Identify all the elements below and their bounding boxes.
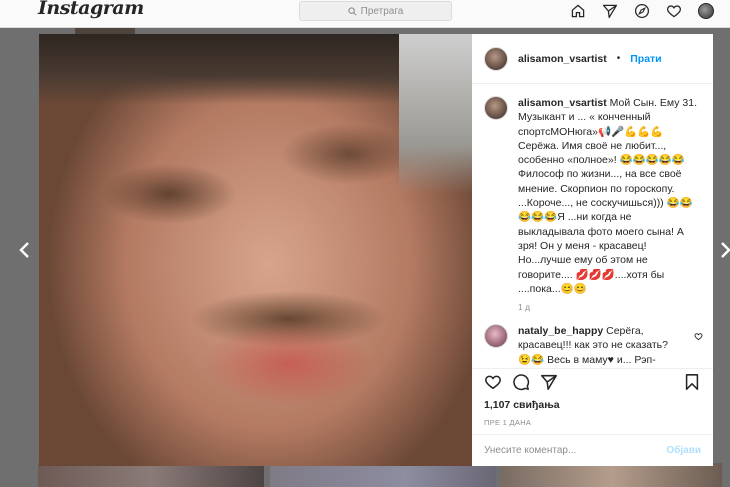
instagram-logo[interactable]: Instagram: [38, 0, 144, 19]
search-input[interactable]: Претрага: [299, 1, 452, 21]
separator-dot: •: [616, 53, 621, 64]
heart-icon[interactable]: [664, 1, 684, 21]
author-username[interactable]: alisamon_vsartist: [518, 53, 607, 65]
feed-thumbnail: [502, 463, 722, 487]
home-icon[interactable]: [568, 1, 588, 21]
comments-list[interactable]: alisamon_vsartist Мой Сын. Ему 31. Музык…: [472, 96, 713, 368]
like-comment-button[interactable]: [694, 328, 703, 346]
action-bar: [484, 369, 701, 399]
caption-timestamp[interactable]: 1 д: [518, 302, 700, 312]
follow-button[interactable]: Прати: [630, 53, 661, 65]
feed-thumbnail: [270, 463, 496, 487]
caption-username[interactable]: alisamon_vsartist: [518, 97, 607, 109]
comment-button[interactable]: [512, 373, 530, 396]
bookmark-icon: [685, 373, 699, 390]
heart-icon: [694, 333, 703, 341]
photo-shading: [399, 34, 472, 194]
search-icon: [348, 6, 357, 15]
search-placeholder: Претрага: [360, 5, 404, 17]
post-header: alisamon_vsartist • Прати: [472, 34, 713, 84]
save-button[interactable]: [683, 373, 701, 396]
post-modal: alisamon_vsartist • Прати alisamon_vsart…: [39, 34, 713, 466]
top-nav: Instagram Претрага: [0, 0, 730, 28]
author-avatar[interactable]: [484, 96, 508, 120]
share-button[interactable]: [540, 373, 558, 396]
comment-icon: [513, 373, 530, 390]
profile-avatar[interactable]: [696, 1, 716, 21]
chevron-left-icon: [19, 242, 29, 258]
comment-text: nataly_be_happy Серёга, красавец!!! как …: [518, 324, 683, 367]
post-sidebar: alisamon_vsartist • Прати alisamon_vsart…: [472, 34, 713, 466]
share-icon: [541, 374, 557, 390]
like-button[interactable]: [484, 373, 502, 396]
direct-icon[interactable]: [600, 1, 620, 21]
caption-body: Мой Сын. Ему 31. Музыкант и ... « кончен…: [518, 97, 697, 295]
caption-text: alisamon_vsartist Мой Сын. Ему 31. Музык…: [518, 96, 700, 296]
chevron-right-icon: [721, 242, 730, 258]
caption-comment: alisamon_vsartist Мой Сын. Ему 31. Музык…: [484, 96, 699, 312]
post-date[interactable]: ПРЕ 1 ДАНА: [484, 418, 701, 427]
heart-icon: [485, 375, 501, 389]
post-actions: 1,107 свиђања ПРЕ 1 ДАНА: [472, 368, 713, 427]
explore-icon[interactable]: [632, 1, 652, 21]
add-comment-bar: Објави: [472, 434, 713, 466]
nav-icons: [568, 1, 716, 21]
commenter-avatar[interactable]: [484, 324, 508, 349]
feed-thumbnail: [38, 463, 264, 487]
post-comment-button[interactable]: Објави: [666, 445, 701, 456]
next-post-button[interactable]: [718, 238, 730, 262]
likes-count[interactable]: 1,107 свиђања: [484, 399, 701, 411]
avatar: [698, 3, 714, 19]
previous-post-button[interactable]: [16, 238, 32, 262]
comment-input[interactable]: [484, 445, 667, 456]
post-photo[interactable]: [39, 34, 472, 466]
comment-username[interactable]: nataly_be_happy: [518, 325, 603, 337]
list-item: nataly_be_happy Серёга, красавец!!! как …: [484, 324, 703, 367]
author-avatar[interactable]: [484, 46, 508, 71]
